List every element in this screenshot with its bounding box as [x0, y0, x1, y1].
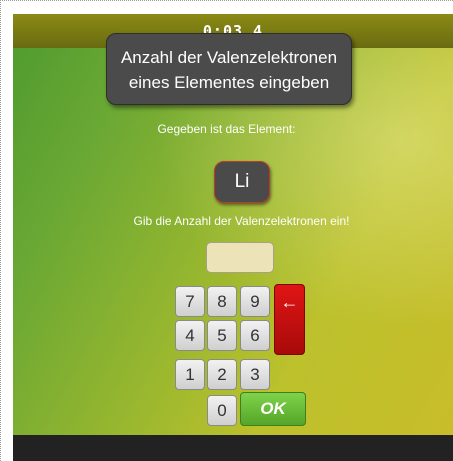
key-3[interactable]: 3: [240, 359, 270, 390]
backspace-button[interactable]: ←: [274, 284, 305, 355]
key-1[interactable]: 1: [175, 359, 205, 390]
instruction-text: Gib die Anzahl der Valenzelektronen ein!: [133, 214, 350, 228]
task-prompt-line2: eines Elementes eingeben: [128, 73, 330, 92]
bottom-bar: [13, 435, 453, 461]
task-prompt-line1: Anzahl der Valenzelektronen: [120, 48, 338, 67]
key-0[interactable]: 0: [207, 395, 237, 426]
key-2[interactable]: 2: [207, 359, 237, 390]
key-4[interactable]: 4: [175, 320, 205, 351]
element-symbol: Li: [214, 161, 270, 203]
answer-input[interactable]: [206, 242, 274, 273]
ok-button[interactable]: OK: [240, 392, 306, 426]
given-label: Gegeben ist das Element:: [157, 122, 296, 136]
backspace-arrow-icon: ←: [280, 292, 299, 312]
key-9[interactable]: 9: [240, 286, 270, 317]
key-7[interactable]: 7: [175, 286, 205, 317]
key-5[interactable]: 5: [207, 320, 237, 351]
key-8[interactable]: 8: [207, 286, 237, 317]
task-prompt: Anzahl der Valenzelektronen eines Elemen…: [106, 33, 352, 105]
key-6[interactable]: 6: [240, 320, 270, 351]
